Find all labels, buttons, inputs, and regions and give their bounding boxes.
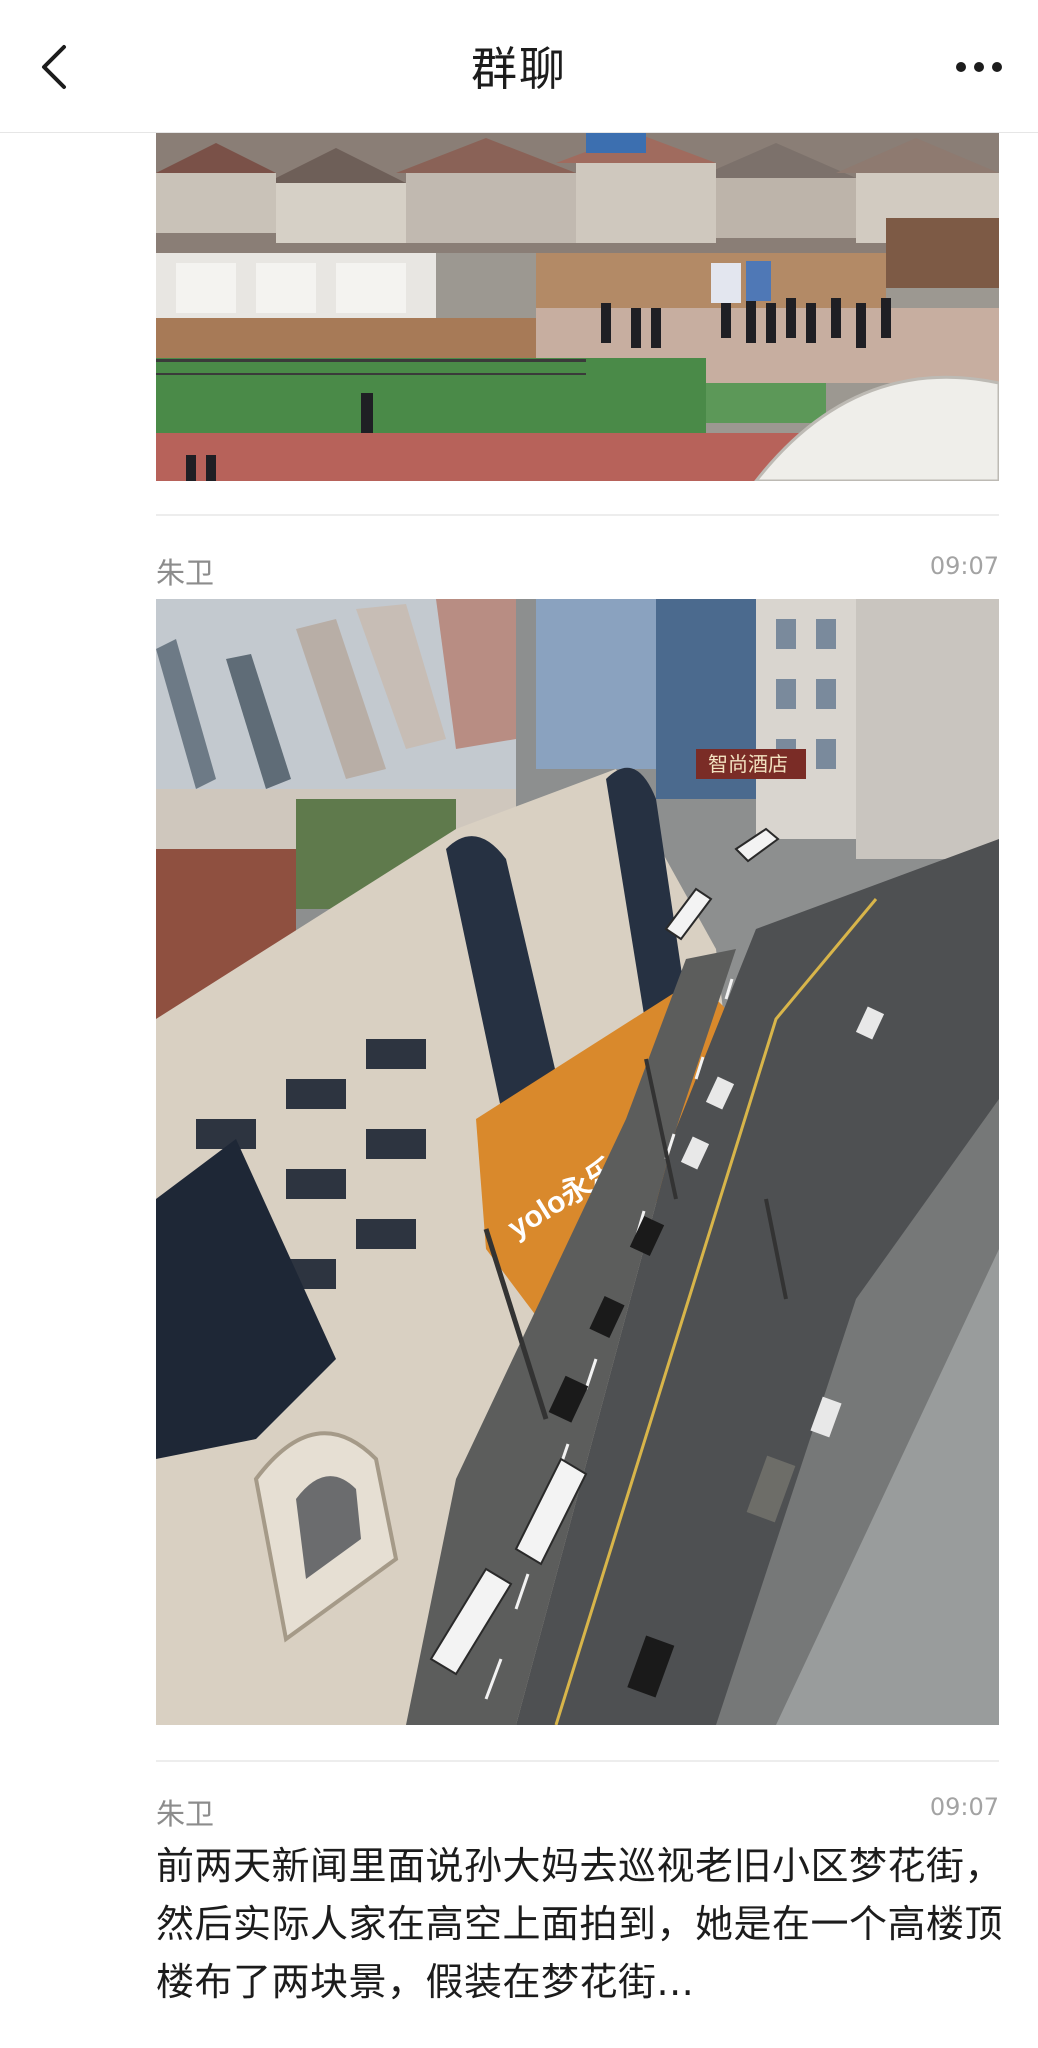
nav-bar: 群聊: [0, 0, 1038, 133]
back-button[interactable]: [34, 42, 74, 92]
message-image-rooftop[interactable]: [156, 133, 999, 481]
message-header: 朱卫 09:07: [156, 1791, 999, 1831]
message-time: 09:07: [929, 552, 999, 580]
page-title: 群聊: [471, 42, 567, 96]
message-text[interactable]: 前两天新闻里面说孙大妈去巡视老旧小区梦花街，然后实际人家在高空上面拍到，她是在一…: [156, 1837, 1016, 2011]
message-header: 朱卫 09:07: [156, 550, 999, 590]
sender-name[interactable]: 朱卫: [156, 550, 214, 592]
more-button[interactable]: [954, 52, 1004, 82]
chat-feed[interactable]: 朱卫 09:07 智尚酒店 yolo永乐 朱卫 09:07: [0, 133, 1038, 2048]
message-time: 09:07: [929, 1793, 999, 1821]
message-divider: [156, 514, 999, 516]
ellipsis-icon: [956, 62, 1002, 72]
message-image-street[interactable]: 智尚酒店 yolo永乐: [156, 599, 999, 1725]
hotel-sign: 智尚酒店: [708, 753, 788, 776]
message-divider: [156, 1760, 999, 1762]
chevron-left-icon: [42, 45, 66, 89]
sender-name[interactable]: 朱卫: [156, 1791, 214, 1833]
